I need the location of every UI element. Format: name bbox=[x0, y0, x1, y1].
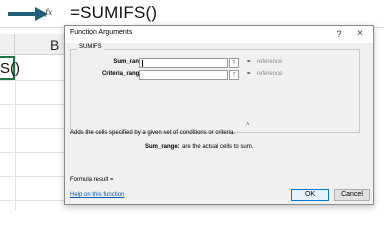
column-header-b[interactable]: B bbox=[15, 34, 70, 55]
argument-description-text: are the actual cells to sum. bbox=[182, 144, 254, 150]
formula-result-label: Formula result = bbox=[70, 177, 114, 183]
text-caret bbox=[142, 60, 143, 67]
criteria-range1-input[interactable] bbox=[139, 70, 228, 80]
fx-icon[interactable]: fx bbox=[45, 8, 52, 17]
insert-function-area[interactable]: fx bbox=[0, 0, 60, 28]
equals-sign: = bbox=[247, 71, 251, 77]
dialog-title: Function Arguments bbox=[70, 29, 133, 36]
collapse-dialog-icon[interactable]: ↑ bbox=[229, 58, 239, 68]
formula-bar: fx =SUMIFS() bbox=[0, 0, 384, 28]
grid-line bbox=[0, 200, 70, 201]
function-description: Adds the cells specified by a given set … bbox=[70, 130, 236, 136]
formula-input[interactable]: =SUMIFS() bbox=[70, 3, 157, 23]
help-icon[interactable]: ? bbox=[333, 28, 345, 40]
grid-line bbox=[0, 152, 70, 153]
ok-button[interactable]: OK bbox=[291, 189, 329, 201]
column-header-a[interactable] bbox=[0, 34, 15, 55]
arguments-group: SUMIFS Sum_range ↑ = reference Criteria_… bbox=[70, 44, 361, 133]
function-arguments-dialog: Function Arguments ? × SUMIFS Sum_range … bbox=[64, 25, 374, 205]
sum-range-result: reference bbox=[257, 59, 283, 65]
help-on-function-link[interactable]: Help on this function bbox=[70, 192, 124, 198]
grid-line bbox=[0, 176, 70, 177]
formula-result: Formula result = bbox=[70, 177, 116, 183]
equals-sign: = bbox=[247, 59, 251, 65]
cancel-button[interactable]: Cancel bbox=[334, 189, 370, 201]
cell-value: S() bbox=[0, 60, 20, 77]
grid-line bbox=[15, 55, 16, 210]
sum-range-input[interactable] bbox=[139, 58, 228, 68]
arrow-icon bbox=[8, 7, 48, 21]
collapse-dialog-icon[interactable]: ↑ bbox=[229, 70, 239, 80]
dialog-title-bar[interactable]: Function Arguments ? × bbox=[65, 26, 373, 43]
grid-line bbox=[0, 128, 70, 129]
grid-line bbox=[0, 80, 70, 81]
criteria-range1-result: reference bbox=[257, 71, 283, 77]
scroll-up-icon[interactable]: ˄ bbox=[246, 122, 250, 128]
argument-description-name: Sum_range: bbox=[145, 144, 180, 150]
column-letter: B bbox=[50, 37, 60, 53]
close-icon[interactable]: × bbox=[354, 28, 366, 40]
argument-row-criteria-range1: Criteria_range1 ↑ = reference bbox=[71, 70, 361, 80]
grid-line bbox=[0, 104, 70, 105]
function-name: SUMIFS bbox=[77, 44, 104, 50]
argument-row-sum-range: Sum_range ↑ = reference bbox=[71, 58, 361, 68]
